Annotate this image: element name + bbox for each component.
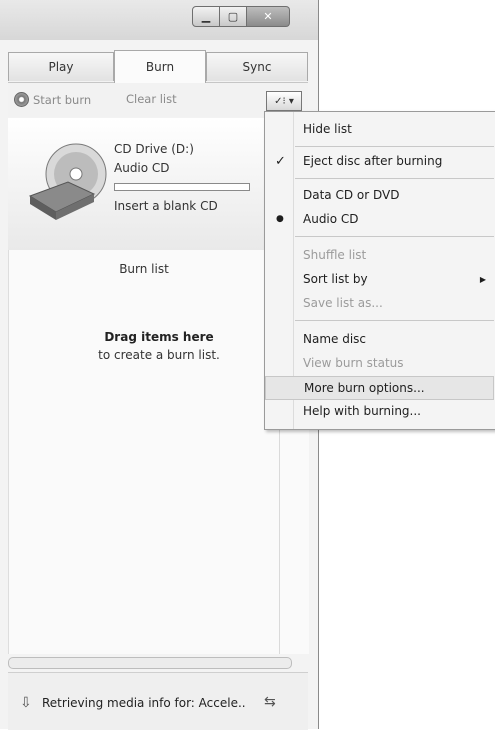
status-bar: ⇩ Retrieving media info for: Accele.. ⇆ <box>8 672 308 730</box>
cd-drive-icon <box>28 143 107 220</box>
maximize-icon: ▢ <box>227 10 239 23</box>
drive-panel: CD Drive (D:) Audio CD Insert a blank CD <box>8 118 308 251</box>
tab-strip: Play Burn Sync <box>8 50 308 83</box>
menu-label: View burn status <box>303 356 404 370</box>
caption-buttons: ▁ ▢ ✕ <box>192 6 290 27</box>
drive-hint: Insert a blank CD <box>114 199 218 213</box>
status-text: Retrieving media info for: Accele.. <box>42 696 246 710</box>
drive-info: CD Drive (D:) Audio CD Insert a blank CD <box>114 140 250 216</box>
minimize-icon: ▁ <box>201 10 211 23</box>
menu-label: Name disc <box>303 332 367 346</box>
clear-list-label: Clear list <box>126 92 177 106</box>
menu-item-more-options[interactable]: More burn options... <box>265 376 494 400</box>
menu-label: More burn options... <box>304 381 425 395</box>
menu-label: Data CD or DVD <box>303 188 400 202</box>
burn-toolbar: Start burn Clear list ✓⁝ ▾ <box>8 82 308 117</box>
disc-type: Audio CD <box>114 161 170 175</box>
burn-list-title: Burn list <box>119 262 169 276</box>
menu-label: Audio CD <box>303 212 359 226</box>
tab-play[interactable]: Play <box>8 52 114 81</box>
close-icon: ✕ <box>263 10 273 23</box>
menu-label: Shuffle list <box>303 248 367 262</box>
menu-item-eject[interactable]: ✓ Eject disc after burning <box>265 150 494 172</box>
submenu-arrow-icon: ▶ <box>479 274 486 284</box>
burn-disc-icon <box>14 92 29 107</box>
menu-item-data-cd[interactable]: Data CD or DVD <box>265 184 494 206</box>
radio-bullet-icon: ● <box>276 214 284 224</box>
menu-separator <box>295 320 494 321</box>
title-bar[interactable]: ▁ ▢ ✕ <box>0 0 318 40</box>
menu-item-help[interactable]: Help with burning... <box>265 400 494 422</box>
list-options-icon: ✓⁝ ▾ <box>274 95 294 107</box>
tab-sync[interactable]: Sync <box>206 52 308 81</box>
minimize-button[interactable]: ▁ <box>192 6 220 27</box>
download-icon: ⇩ <box>20 695 32 711</box>
menu-item-audio-cd[interactable]: ● Audio CD <box>265 208 494 230</box>
tab-burn[interactable]: Burn <box>114 50 206 83</box>
menu-separator <box>295 236 494 237</box>
maximize-button[interactable]: ▢ <box>220 6 247 27</box>
menu-label: Eject disc after burning <box>303 154 443 168</box>
menu-separator <box>295 146 494 147</box>
menu-item-name-disc[interactable]: Name disc <box>265 328 494 350</box>
menu-label: Help with burning... <box>303 404 421 418</box>
start-burn-button[interactable]: Start burn <box>14 92 91 107</box>
menu-label: Hide list <box>303 122 352 136</box>
start-burn-label: Start burn <box>33 92 92 107</box>
menu-label: Sort list by <box>303 272 368 286</box>
horizontal-scrollbar[interactable] <box>8 657 292 669</box>
menu-item-shuffle: Shuffle list <box>265 244 494 266</box>
clear-list-button[interactable]: Clear list <box>126 92 177 106</box>
burn-progress-bar <box>114 183 250 191</box>
checkmark-icon: ✓ <box>275 153 286 169</box>
menu-separator <box>295 178 494 179</box>
switch-view-icon[interactable]: ⇆ <box>264 694 276 710</box>
menu-item-save-as: Save list as... <box>265 292 494 314</box>
drive-name: CD Drive (D:) <box>114 142 194 156</box>
menu-label: Save list as... <box>303 296 383 310</box>
burn-options-menu: Hide list ✓ Eject disc after burning Dat… <box>264 111 495 430</box>
menu-item-hide-list[interactable]: Hide list <box>265 118 494 140</box>
menu-item-view-status: View burn status <box>265 352 494 374</box>
list-options-button[interactable]: ✓⁝ ▾ <box>266 91 302 111</box>
menu-item-sort[interactable]: Sort list by ▶ <box>265 268 494 290</box>
close-button[interactable]: ✕ <box>247 6 290 27</box>
